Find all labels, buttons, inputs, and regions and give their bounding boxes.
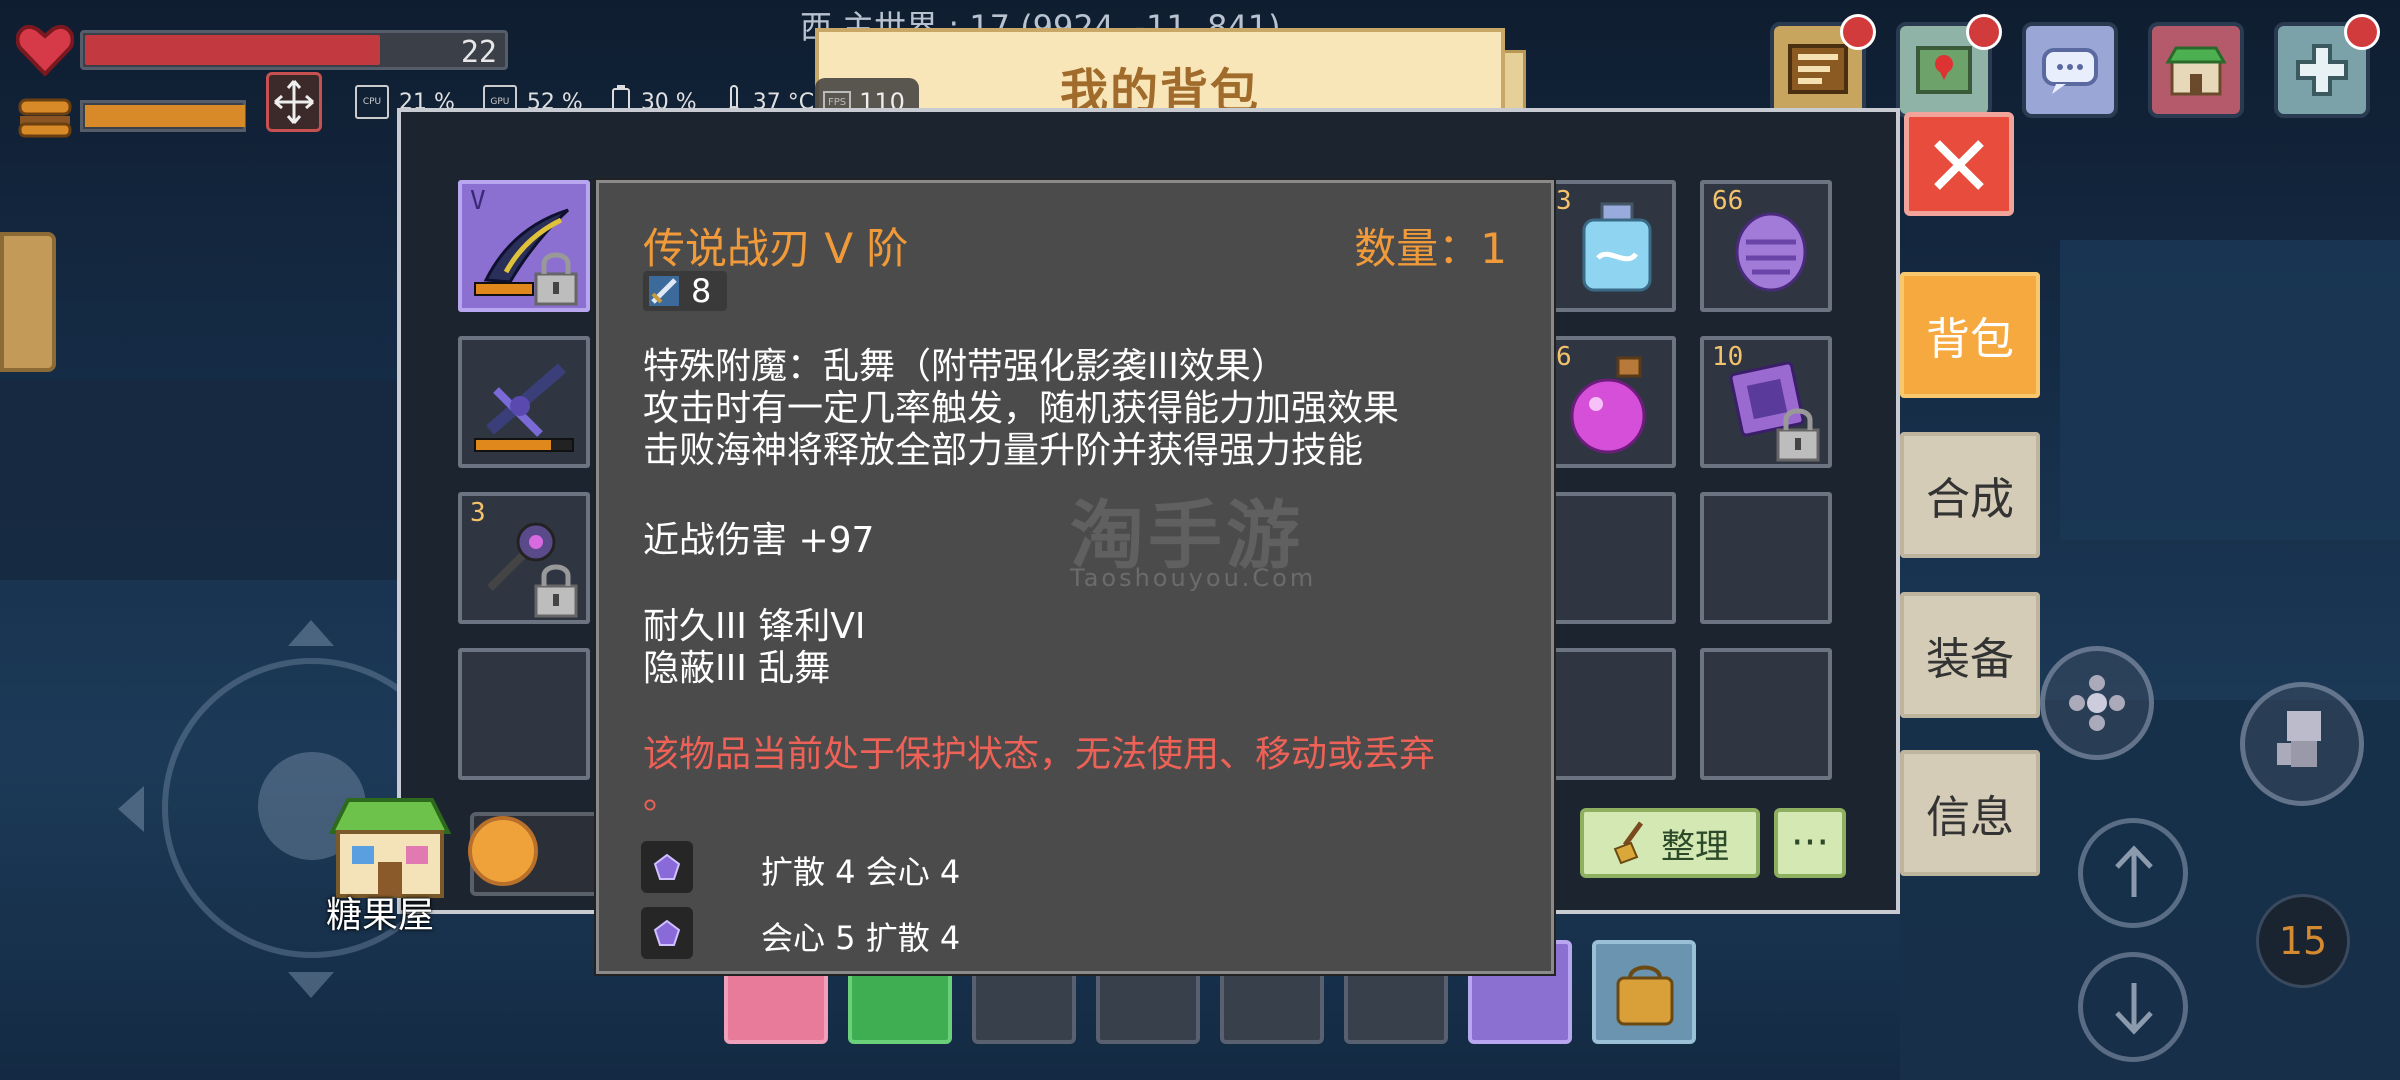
durability-bar (474, 438, 574, 452)
inventory-slot[interactable]: 6 (1544, 336, 1676, 468)
inventory-slot[interactable] (458, 336, 590, 468)
close-button[interactable] (1904, 112, 2014, 216)
inventory-slot-empty[interactable] (1544, 648, 1676, 780)
inventory-slot[interactable]: 10 (1700, 336, 1832, 468)
lock-icon (534, 564, 578, 618)
notification-badge (1966, 14, 2002, 50)
inventory-slot-empty[interactable] (1700, 492, 1832, 624)
action-button[interactable] (2240, 682, 2364, 806)
side-journal-tab[interactable] (0, 232, 56, 372)
cpu-icon: CPU (355, 85, 389, 119)
inventory-slot-empty[interactable] (1700, 648, 1832, 780)
jump-up-button[interactable] (2078, 818, 2188, 928)
hunger-icon (16, 94, 74, 142)
gem-stats: 会心 5 扩散 4 (761, 919, 961, 957)
add-button[interactable] (2274, 14, 2380, 118)
lock-icon (1776, 408, 1820, 462)
orange-fruit-icon (468, 816, 538, 886)
inventory-slot[interactable]: 66 (1700, 180, 1832, 312)
notification-badge (2344, 14, 2380, 50)
item-name: 传说战刃 V 阶 (643, 224, 909, 273)
close-icon (1934, 140, 1984, 190)
blue-potion-icon (1582, 202, 1652, 292)
quest-board-button[interactable] (1770, 14, 1876, 118)
enchant-desc-line: 击败海神将释放全部力量升阶并获得强力技能 (643, 430, 1364, 471)
inventory-slot-empty[interactable] (1544, 492, 1676, 624)
skill-button[interactable] (2040, 646, 2154, 760)
tab-info[interactable]: 信息 (1900, 750, 2040, 876)
melee-damage-line: 近战伤害 +97 (643, 520, 875, 561)
hotbar-slot[interactable] (1592, 940, 1696, 1044)
pink-potion-icon (1570, 356, 1646, 454)
item-quantity: 数量：1 (1354, 224, 1507, 273)
sword-level-icon (649, 276, 679, 306)
watermark-url: Taoshouyou.Com (1070, 564, 1317, 592)
health-bar-fill (85, 35, 381, 65)
item-level-value: 8 (691, 272, 712, 310)
inventory-slot[interactable]: 3 (458, 492, 590, 624)
map-button[interactable] (1896, 14, 2002, 118)
hunger-bar-fill (85, 105, 245, 127)
gem-socket-icon (641, 907, 693, 959)
tidy-button[interactable]: 整理 (1580, 808, 1760, 878)
hunger-bar (80, 100, 246, 132)
protected-warning: 该物品当前处于保护状态，无法使用、移动或丢弃 (643, 734, 1436, 775)
purple-crystal-icon (1735, 212, 1807, 292)
crouch-down-button[interactable] (2078, 952, 2188, 1062)
gem-socket-icon (641, 841, 693, 893)
tab-equipment[interactable]: 装备 (1900, 592, 2040, 718)
shop-icon (2165, 46, 2227, 96)
inventory-slot[interactable]: 3 (1544, 180, 1676, 312)
health-bar: 22 (80, 30, 508, 70)
broom-icon (1613, 821, 1644, 865)
map-icon (1916, 46, 1972, 94)
lock-icon (534, 252, 578, 306)
plus-icon (2296, 44, 2348, 96)
shop-button[interactable] (2148, 22, 2244, 118)
flower-skill-icon (2069, 675, 2125, 731)
house-label: 糖果屋 (326, 895, 435, 936)
chat-icon (2042, 48, 2098, 94)
crossbow-icon (486, 363, 566, 437)
tab-backpack[interactable]: 背包 (1900, 272, 2040, 398)
notification-badge (1840, 14, 1876, 50)
protected-warning-end: 。 (643, 776, 680, 817)
tab-crafting[interactable]: 合成 (1900, 432, 2040, 558)
quest-board-icon (1788, 44, 1848, 94)
heart-icon (16, 22, 74, 76)
character-action-icon (2277, 711, 2321, 767)
joystick-up-arrow (286, 618, 336, 652)
item-level: 8 (643, 271, 727, 311)
stack-count: 3 (1556, 186, 1572, 216)
level-counter: 15 (2256, 894, 2350, 988)
inventory-slot[interactable]: V (458, 180, 590, 312)
durability-bar (474, 282, 534, 296)
health-value: 22 (460, 35, 497, 70)
more-button[interactable]: ··· (1774, 808, 1846, 878)
gem-stats: 扩散 4 会心 4 (761, 853, 961, 891)
move-arrows-button[interactable] (266, 72, 322, 132)
tidy-label: 整理 (1661, 826, 1729, 867)
chat-button[interactable] (2022, 22, 2118, 118)
satchel-icon (1616, 965, 1674, 1026)
enchant-list-line: 隐蔽III 乱舞 (643, 648, 831, 689)
inventory-slot-empty[interactable] (458, 648, 590, 780)
joystick-left-arrow (116, 784, 146, 838)
arrow-down-icon (2115, 983, 2153, 1035)
arrow-up-icon (2115, 845, 2153, 897)
joystick-down-arrow (286, 970, 336, 1004)
